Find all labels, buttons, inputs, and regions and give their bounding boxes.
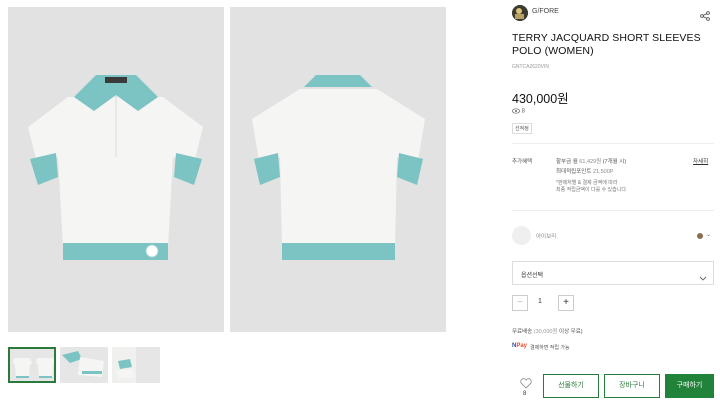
brand-name[interactable]: G/FORE bbox=[532, 8, 559, 15]
installment-prefix: 할부금 월 bbox=[556, 159, 580, 165]
npay-logo: NPay bbox=[512, 343, 527, 349]
brand-logo[interactable] bbox=[512, 5, 528, 21]
share-icon[interactable] bbox=[700, 8, 710, 26]
heart-icon[interactable] bbox=[520, 378, 532, 389]
quantity-increase-button[interactable]: + bbox=[558, 295, 574, 311]
add-to-cart-button[interactable]: 장바구니 bbox=[604, 374, 660, 398]
benefit-detail-link[interactable]: 자세히 bbox=[693, 157, 708, 165]
quantity-decrease-button[interactable]: − bbox=[512, 295, 528, 311]
points-value: 21,500P bbox=[592, 169, 614, 175]
product-tag: 선적정 bbox=[512, 123, 532, 134]
installment-value: 61,429원 bbox=[579, 159, 602, 165]
benefit-note-1: *판매처별 & 결제 금액에 따라 bbox=[556, 180, 618, 186]
wishlist-button[interactable]: 8 bbox=[520, 376, 532, 397]
shipping-prefix: 무료배송 bbox=[512, 329, 534, 335]
shipping-info: 무료배송 (30,000원 이상 무료) bbox=[512, 327, 583, 335]
shipping-suffix: 이상 무료) bbox=[557, 329, 583, 335]
benefit-label: 추가혜택 bbox=[512, 159, 533, 165]
color-selector[interactable]: 아이보리 ⌄ bbox=[512, 226, 714, 246]
option-select[interactable]: 옵션선택 bbox=[512, 261, 714, 285]
benefit-note-2: 최종 적립금액이 다를 수 있습니다. bbox=[556, 187, 628, 193]
thumbnail-3[interactable] bbox=[112, 347, 160, 383]
payment-text: 결제하면 적립 가능 bbox=[530, 345, 570, 351]
option-select-placeholder: 옵션선택 bbox=[521, 273, 544, 279]
product-image-front[interactable] bbox=[8, 7, 224, 332]
color-swatch-image bbox=[512, 226, 531, 245]
product-price: 430,000원 bbox=[512, 92, 569, 106]
divider bbox=[512, 143, 714, 144]
brand-row: G/FORE bbox=[512, 5, 712, 23]
npay-logo-b: Pay bbox=[516, 343, 528, 349]
installment-line: 할부금 월 61,429원 (7개월 시) bbox=[556, 157, 626, 165]
stock-indicator: 8 bbox=[512, 108, 525, 115]
points-prefix: 최대적립포인트 bbox=[556, 169, 593, 175]
stock-count: 8 bbox=[521, 108, 526, 115]
installment-suffix: (7개월 시) bbox=[601, 159, 627, 165]
product-info-panel: G/FORE TERRY JACQUARD SHORT SLEEVES POLO… bbox=[512, 0, 720, 408]
chevron-down-icon bbox=[699, 269, 707, 287]
color-dot[interactable] bbox=[697, 233, 703, 239]
gift-button[interactable]: 선물하기 bbox=[543, 374, 599, 398]
product-title: TERRY JACQUARD SHORT SLEEVES POLO (WOMEN… bbox=[512, 32, 701, 57]
divider bbox=[512, 210, 714, 211]
shipping-threshold: (30,000원 bbox=[533, 329, 558, 335]
wishlist-count: 8 bbox=[523, 391, 527, 397]
product-image-back[interactable] bbox=[230, 7, 446, 332]
quantity-value: 1 bbox=[538, 298, 542, 305]
product-code: GNTCA2620VIN bbox=[512, 64, 549, 70]
thumbnail-2[interactable] bbox=[60, 347, 108, 383]
eye-icon bbox=[512, 108, 520, 114]
points-line: 최대적립포인트 21,500P bbox=[556, 167, 613, 175]
chevron-down-icon[interactable]: ⌄ bbox=[706, 231, 711, 238]
thumbnail-1[interactable] bbox=[8, 347, 56, 383]
color-name: 아이보리 bbox=[536, 234, 557, 240]
buy-now-button[interactable]: 구매하기 bbox=[665, 374, 714, 398]
